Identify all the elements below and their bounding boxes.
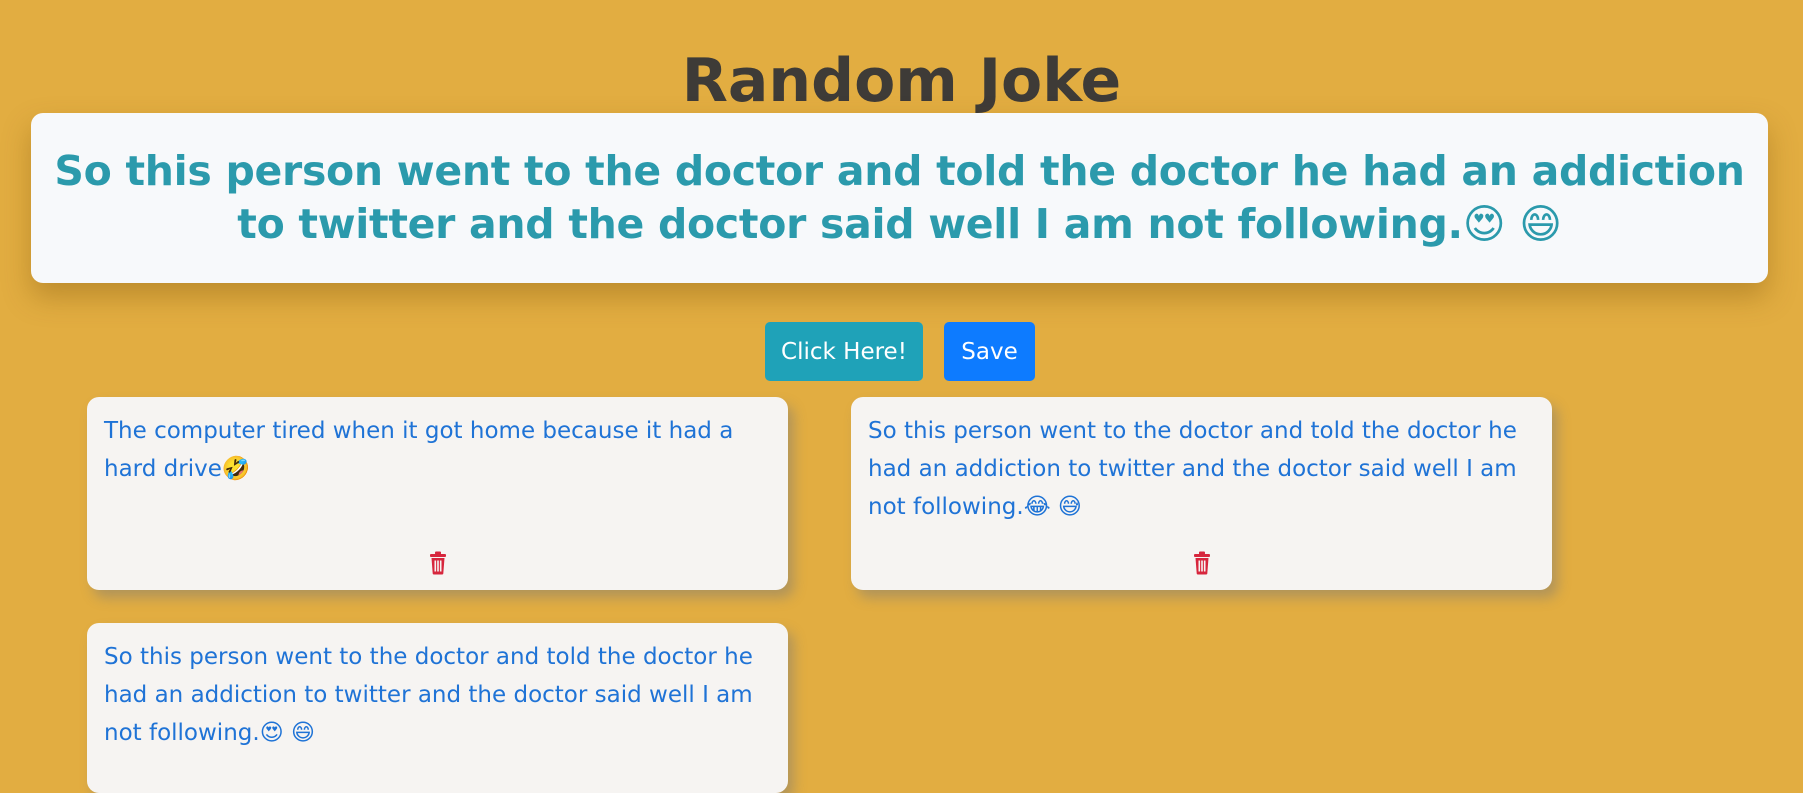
saved-joke-text: So this person went to the doctor and to… [104, 644, 753, 746]
saved-joke-card: The computer tired when it got home beca… [87, 397, 788, 590]
current-joke-text: So this person went to the doctor and to… [54, 147, 1745, 248]
saved-joke-card: So this person went to the doctor and to… [87, 623, 788, 793]
saved-joke-text: The computer tired when it got home beca… [104, 418, 734, 482]
saved-joke-text: So this person went to the doctor and to… [868, 418, 1517, 520]
get-joke-button[interactable]: Click Here! [765, 322, 923, 381]
saved-joke-card: So this person went to the doctor and to… [851, 397, 1552, 590]
page-title: Random Joke [681, 46, 1122, 117]
trash-icon[interactable] [1192, 551, 1212, 575]
joke-display-card: So this person went to the doctor and to… [31, 113, 1768, 283]
trash-icon[interactable] [428, 551, 448, 575]
save-button[interactable]: Save [944, 322, 1035, 381]
